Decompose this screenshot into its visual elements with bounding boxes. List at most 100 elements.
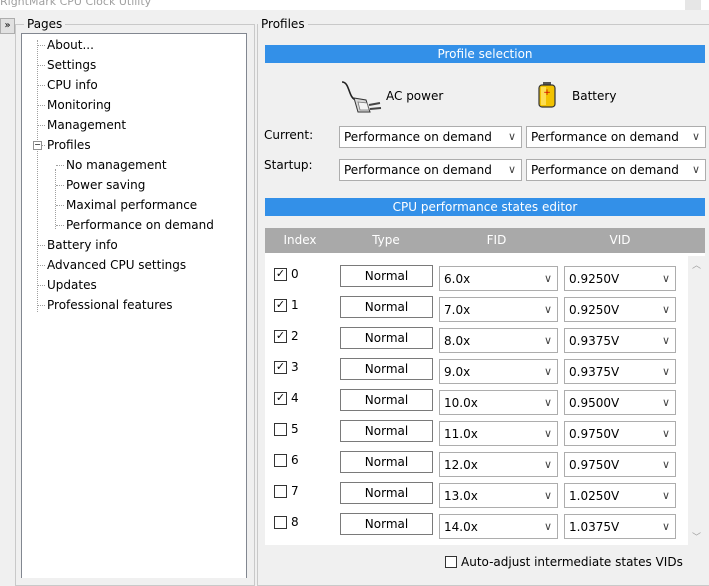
tree-item[interactable]: Maximal performance [66, 197, 197, 213]
startup-ac-profile-value: Performance on demand [344, 163, 492, 177]
tree-item[interactable]: About... [47, 37, 94, 53]
state-enabled-checkbox[interactable] [274, 516, 287, 529]
vid-select[interactable]: 1.0375V ∨ [564, 514, 676, 539]
auto-adjust-checkbox[interactable] [445, 556, 457, 568]
tree-connector [56, 165, 64, 166]
vid-select[interactable]: 0.9375V ∨ [564, 328, 676, 353]
chevron-down-icon: ∨ [661, 458, 670, 471]
chevron-down-icon: ∨ [661, 272, 670, 285]
state-row: 7 Normal 13.0x ∨ 1.0250V ∨ [265, 480, 685, 511]
collapse-node-icon[interactable]: − [33, 141, 42, 150]
title-bar: RightMark CPU Clock Utility [0, 0, 709, 10]
state-index: 3 [291, 360, 299, 374]
state-type-button[interactable]: Normal [340, 451, 433, 473]
tree-item[interactable]: Performance on demand [66, 217, 214, 233]
tree-item[interactable]: Battery info [47, 237, 118, 253]
tree-item[interactable]: Updates [47, 277, 97, 293]
state-type-button[interactable]: Normal [340, 327, 433, 349]
state-row: ✓ 1 Normal 7.0x ∨ 0.9250V ∨ [265, 294, 685, 325]
vid-select[interactable]: 0.9750V ∨ [564, 421, 676, 446]
startup-battery-profile-value: Performance on demand [531, 163, 679, 177]
tree-connector [38, 265, 45, 266]
vid-value: 0.9375V [569, 334, 620, 348]
vid-value: 1.0375V [569, 520, 620, 534]
fid-value: 12.0x [444, 458, 478, 472]
fid-select[interactable]: 7.0x ∨ [439, 297, 558, 322]
tree-connector [38, 125, 45, 126]
power-plug-icon [341, 81, 382, 113]
fid-select[interactable]: 9.0x ∨ [439, 359, 558, 384]
tree-item[interactable]: Profiles [47, 137, 91, 153]
state-enabled-checkbox[interactable]: ✓ [274, 299, 287, 312]
startup-battery-profile-select[interactable]: Performance on demand ∨ [526, 159, 706, 181]
fid-select[interactable]: 12.0x ∨ [439, 452, 558, 477]
window-control[interactable] [685, 0, 701, 10]
vid-select[interactable]: 0.9250V ∨ [564, 297, 676, 322]
tree-item[interactable]: Professional features [47, 297, 173, 313]
tree-item[interactable]: Management [47, 117, 126, 133]
vid-select[interactable]: 0.9750V ∨ [564, 452, 676, 477]
tree-item[interactable]: Monitoring [47, 97, 111, 113]
fid-value: 13.0x [444, 489, 478, 503]
state-type-button[interactable]: Normal [340, 296, 433, 318]
vid-select[interactable]: 0.9375V ∨ [564, 359, 676, 384]
state-enabled-checkbox[interactable]: ✓ [274, 330, 287, 343]
tree-connector [38, 65, 45, 66]
vid-value: 0.9500V [569, 396, 620, 410]
fid-select[interactable]: 8.0x ∨ [439, 328, 558, 353]
startup-ac-profile-select[interactable]: Performance on demand ∨ [339, 159, 522, 181]
chevron-down-icon: ∨ [543, 303, 552, 316]
tree-item[interactable]: CPU info [47, 77, 98, 93]
state-enabled-checkbox[interactable]: ✓ [274, 268, 287, 281]
fid-select[interactable]: 14.0x ∨ [439, 514, 558, 539]
state-type-button[interactable]: Normal [340, 420, 433, 442]
scroll-down-icon[interactable]: ﹀ [692, 530, 701, 543]
state-type-button[interactable]: Normal [340, 513, 433, 535]
fid-select[interactable]: 10.0x ∨ [439, 390, 558, 415]
pages-tree[interactable]: About... Settings CPU info Monitoring Manage… [21, 33, 247, 578]
window-title: RightMark CPU Clock Utility [0, 0, 152, 8]
state-index: 2 [291, 329, 299, 343]
collapse-pages-button[interactable]: » [0, 18, 15, 34]
vid-select[interactable]: 1.0250V ∨ [564, 483, 676, 508]
state-index: 5 [291, 422, 299, 436]
chevron-down-icon: ∨ [543, 272, 552, 285]
tree-item[interactable]: Settings [47, 57, 96, 73]
state-enabled-checkbox[interactable]: ✓ [274, 392, 287, 405]
state-type-button[interactable]: Normal [340, 389, 433, 411]
state-row: ✓ 4 Normal 10.0x ∨ 0.9500V ∨ [265, 387, 685, 418]
tree-item[interactable]: No management [66, 157, 167, 173]
vid-value: 0.9250V [569, 303, 620, 317]
state-type-button[interactable]: Normal [340, 265, 433, 287]
state-type-button[interactable]: Normal [340, 358, 433, 380]
tree-item[interactable]: Advanced CPU settings [47, 257, 186, 273]
state-enabled-checkbox[interactable] [274, 454, 287, 467]
tree-connector [56, 185, 64, 186]
states-grid: Index Type FID VID ✓ 0 Normal 6.0x ∨ 0.9250V ∨… [265, 228, 705, 545]
state-enabled-checkbox[interactable]: ✓ [274, 361, 287, 374]
scroll-up-icon[interactable]: ︿ [692, 258, 701, 271]
state-enabled-checkbox[interactable] [274, 485, 287, 498]
fid-select[interactable]: 13.0x ∨ [439, 483, 558, 508]
fid-value: 6.0x [444, 272, 471, 286]
vid-value: 0.9250V [569, 272, 620, 286]
battery-icon: + [538, 82, 556, 108]
tree-item[interactable]: Power saving [66, 177, 145, 193]
vid-value: 0.9750V [569, 458, 620, 472]
state-type-button[interactable]: Normal [340, 482, 433, 504]
chevron-down-icon: ∨ [543, 334, 552, 347]
current-ac-profile-select[interactable]: Performance on demand ∨ [339, 126, 522, 148]
vid-select[interactable]: 0.9250V ∨ [564, 266, 676, 291]
current-battery-profile-select[interactable]: Performance on demand ∨ [526, 126, 706, 148]
vid-select[interactable]: 0.9500V ∨ [564, 390, 676, 415]
battery-label: Battery [572, 89, 617, 103]
state-row: 8 Normal 14.0x ∨ 1.0375V ∨ [265, 511, 685, 542]
tree-connector [38, 285, 45, 286]
fid-select[interactable]: 11.0x ∨ [439, 421, 558, 446]
state-enabled-checkbox[interactable] [274, 423, 287, 436]
chevron-down-icon: ∨ [661, 489, 670, 502]
grid-scrollbar[interactable]: ︿ ﹀ [688, 256, 705, 545]
chevron-down-icon: ∨ [543, 396, 552, 409]
ac-power-label: AC power [386, 89, 444, 103]
fid-select[interactable]: 6.0x ∨ [439, 266, 558, 291]
